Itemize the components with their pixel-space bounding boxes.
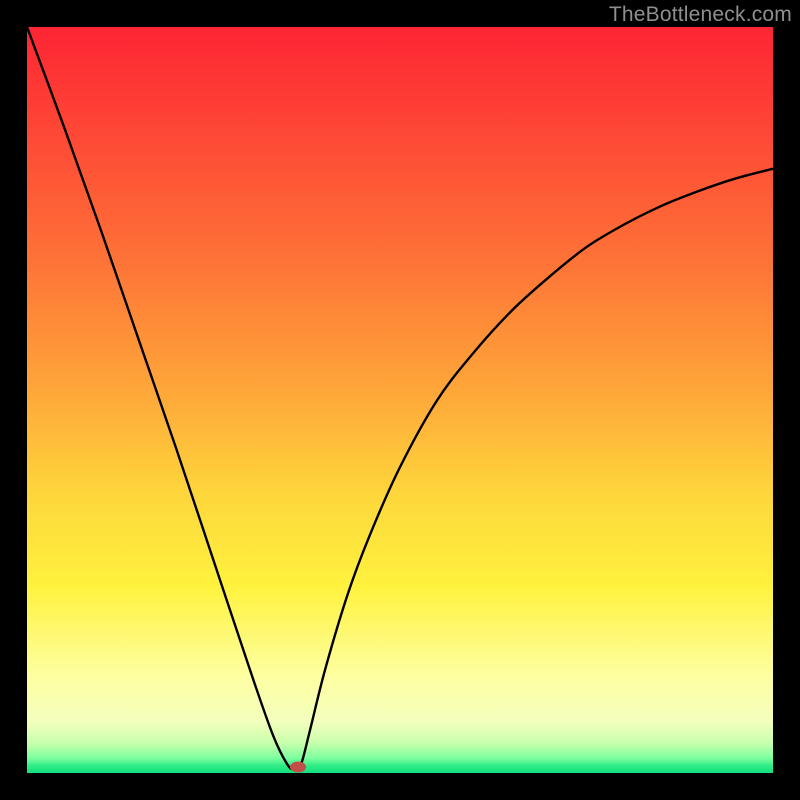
watermark-text: TheBottleneck.com	[609, 3, 792, 27]
plot-area	[27, 27, 773, 773]
bottleneck-curve	[27, 27, 773, 773]
chart-frame: TheBottleneck.com	[0, 0, 800, 800]
minimum-marker	[290, 762, 306, 773]
